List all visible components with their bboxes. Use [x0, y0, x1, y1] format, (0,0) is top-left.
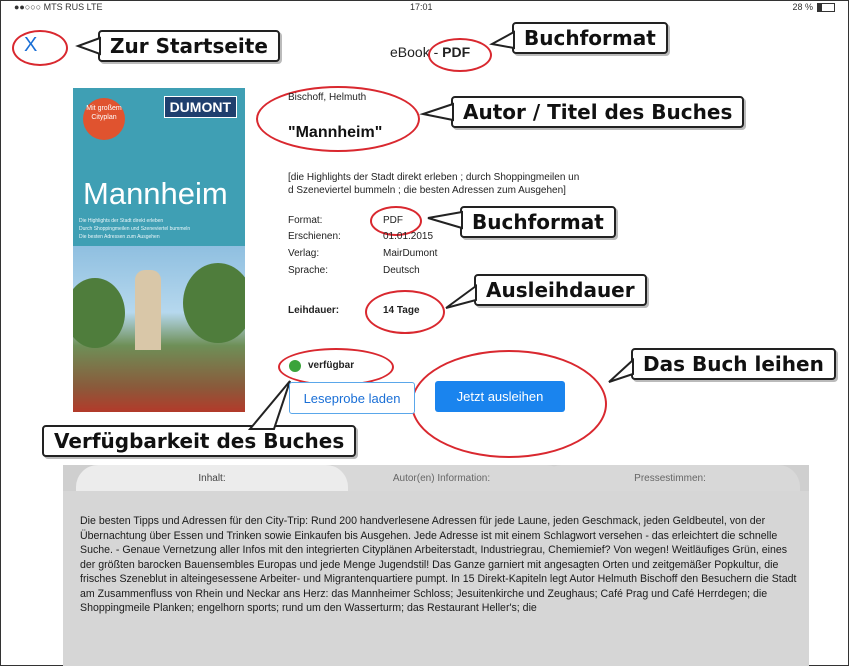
callout-format-top: Buchformat [489, 22, 668, 54]
meta-language-label: Sprache: [288, 265, 329, 276]
contents-description: Die besten Tipps und Adressen für den Ci… [80, 515, 797, 614]
cover-tree [183, 263, 245, 343]
availability-status: verfügbar [308, 360, 355, 371]
cover-line-1: Die Highlights der Stadt direkt erleben [79, 218, 164, 224]
meta-publisher-value: MairDumont [383, 248, 438, 259]
callout-format-top-text: Buchformat [524, 26, 656, 50]
tab-author-info[interactable]: Autor(en) Information: [315, 465, 568, 491]
meta-published-label: Erschienen: [288, 231, 341, 242]
meta-published-value: 01.01.2015 [383, 231, 434, 242]
loan-period-label: Leihdauer: [288, 305, 340, 316]
meta-format-label: Format: [288, 215, 323, 226]
carrier-label: ●●○○○ MTS RUS LTE [14, 2, 103, 12]
callout-borrow-text: Das Buch leihen [643, 352, 824, 376]
battery-icon [817, 2, 835, 12]
book-title: "Mannheim" [288, 124, 383, 141]
cover-line-3: Die besten Adressen zum Ausgehen [79, 234, 160, 240]
tab-press[interactable]: Pressestimmen: [540, 465, 800, 491]
tab-contents[interactable]: Inhalt: [76, 465, 348, 491]
callout-home-text: Zur Startseite [110, 34, 268, 58]
callout-availability: Verfügbarkeit des Buches [42, 380, 357, 457]
callout-author-title: Autor / Titel des Buches [419, 96, 745, 128]
highlight-format-top [428, 38, 492, 72]
cover-badge: Mit großem Cityplan [83, 98, 125, 140]
meta-publisher-label: Verlag: [288, 248, 320, 259]
battery-percent: 28 % [792, 2, 813, 12]
callout-availability-text: Verfügbarkeit des Buches [54, 429, 345, 453]
cover-line-2: Durch Shoppingmeilen und Szeneviertel bu… [79, 226, 191, 232]
callout-home: Zur Startseite [75, 30, 280, 62]
callout-loan-text: Ausleihdauer [486, 278, 635, 302]
callout-format-mid-text: Buchformat [472, 210, 604, 234]
availability-icon [289, 360, 301, 372]
book-subtitle-line-2: d Szeneviertel bummeln ; die besten Adre… [288, 185, 566, 196]
meta-format-value: PDF [383, 215, 403, 226]
highlight-close [12, 30, 68, 66]
battery-indicator: 28 % [792, 2, 835, 12]
status-bar: ●●○○○ MTS RUS LTE 17:01 28 % [0, 0, 849, 14]
cover-city: Mannheim [83, 176, 228, 211]
load-preview-button[interactable]: Leseprobe laden [289, 382, 415, 414]
book-subtitle-line-1: [die Highlights der Stadt direkt erleben… [288, 172, 580, 183]
book-author: Bischoff, Helmuth [288, 92, 367, 103]
book-cover[interactable]: Mit großem Cityplan DUMONT Mannheim Die … [73, 88, 245, 412]
cover-water-tower [135, 270, 161, 350]
callout-format-mid: Buchformat [427, 206, 616, 238]
clock: 17:01 [410, 2, 433, 12]
callout-borrow: Das Buch leihen [608, 348, 836, 383]
borrow-button[interactable]: Jetzt ausleihen [435, 381, 565, 412]
meta-language-value: Deutsch [383, 265, 420, 276]
cover-brand: DUMONT [163, 96, 237, 118]
callout-author-title-text: Autor / Titel des Buches [463, 100, 733, 124]
callout-loan: Ausleihdauer [445, 274, 647, 309]
loan-period-value: 14 Tage [383, 305, 420, 316]
